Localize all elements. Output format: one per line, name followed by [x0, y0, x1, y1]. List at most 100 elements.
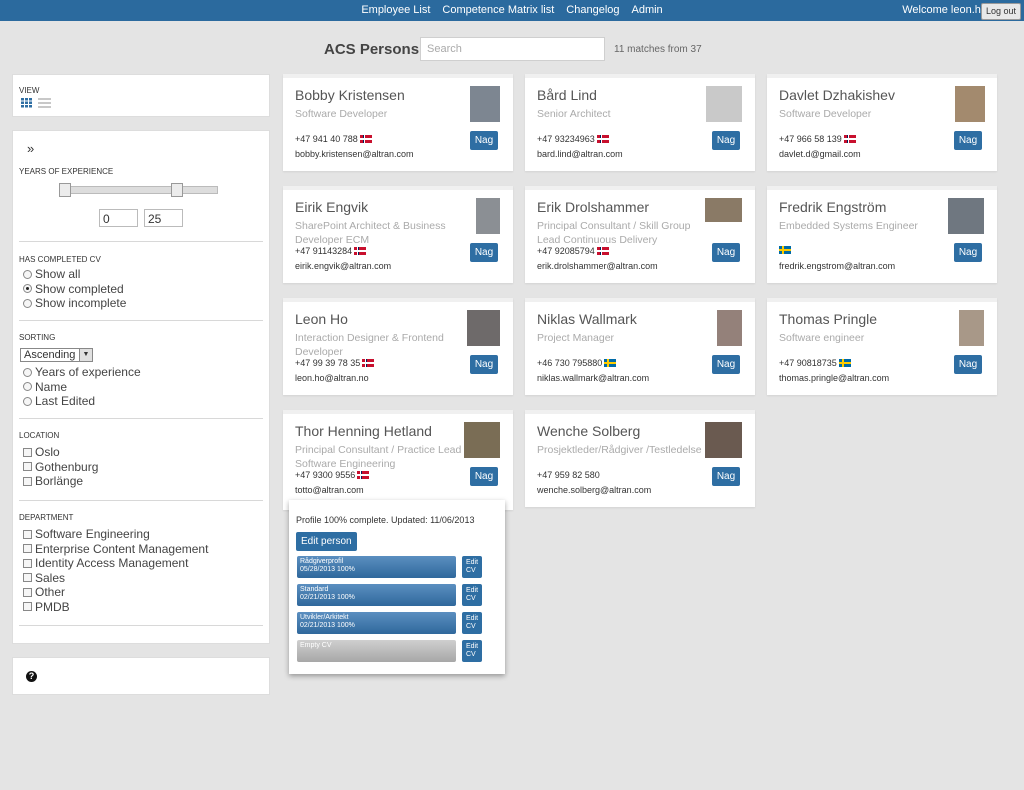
edit-cv-button[interactable]: Edit CV — [462, 584, 482, 606]
nag-button[interactable]: Nag — [954, 243, 982, 262]
person-phone: +47 92085794 — [537, 246, 609, 256]
person-card[interactable]: Bård Lind Senior Architect +47 93234963 … — [525, 74, 755, 171]
nag-button[interactable]: Nag — [470, 467, 498, 486]
person-title: Interaction Designer & Frontend Develope… — [295, 332, 444, 358]
nag-button[interactable]: Nag — [712, 131, 740, 150]
nag-button[interactable]: Nag — [712, 467, 740, 486]
experience-slider[interactable] — [65, 186, 218, 194]
person-name[interactable]: Bård Lind — [537, 87, 597, 103]
checkbox-icon[interactable] — [23, 573, 32, 583]
experience-max-input[interactable]: 25 — [144, 209, 183, 227]
radio-icon[interactable] — [23, 396, 32, 406]
dropdown-arrow-icon[interactable]: ▼ — [79, 349, 92, 361]
checkbox-icon[interactable] — [23, 544, 32, 554]
radio-icon[interactable] — [23, 269, 32, 279]
checkbox-icon[interactable] — [23, 602, 32, 612]
person-photo — [948, 198, 984, 234]
location-borlange-option[interactable]: Borlänge — [23, 474, 98, 489]
dept-other-option[interactable]: Other — [23, 585, 208, 600]
person-card[interactable]: Thomas Pringle Software engineer +47 908… — [767, 298, 997, 395]
cv-item[interactable]: Rådgiverprofil 05/28/2013 100% — [297, 556, 456, 578]
person-card[interactable]: Eirik Engvik SharePoint Architect & Busi… — [283, 186, 513, 283]
cv-show-incomplete-option[interactable]: Show incomplete — [23, 296, 126, 311]
nag-button[interactable]: Nag — [470, 131, 498, 150]
nag-button[interactable]: Nag — [954, 355, 982, 374]
grid-view-icon[interactable] — [21, 98, 32, 108]
nag-button[interactable]: Nag — [470, 243, 498, 262]
cv-show-completed-option[interactable]: Show completed — [23, 282, 126, 297]
dept-pmdb-option[interactable]: PMDB — [23, 600, 208, 615]
sort-last-edited-option[interactable]: Last Edited — [23, 394, 141, 409]
person-card[interactable]: Wenche Solberg Prosjektleder/Rådgiver /T… — [525, 410, 755, 507]
norway-flag-icon — [843, 135, 856, 143]
edit-cv-button[interactable]: Edit CV — [462, 556, 482, 578]
person-phone: +47 966 58 139 — [779, 134, 856, 144]
dept-software-engineering-option[interactable]: Software Engineering — [23, 527, 208, 542]
person-name[interactable]: Davlet Dzhakishev — [779, 87, 895, 103]
radio-selected-icon[interactable] — [23, 284, 32, 294]
nav-admin[interactable]: Admin — [626, 0, 669, 21]
person-name[interactable]: Erik Drolshammer — [537, 199, 649, 215]
person-card[interactable]: Davlet Dzhakishev Software Developer +47… — [767, 74, 997, 171]
person-card[interactable]: Niklas Wallmark Project Manager +46 730 … — [525, 298, 755, 395]
norway-flag-icon — [357, 471, 370, 479]
sort-order-select[interactable]: Ascending ▼ — [20, 348, 93, 362]
person-card[interactable]: Erik Drolshammer Principal Consultant / … — [525, 186, 755, 283]
person-name[interactable]: Fredrik Engström — [779, 199, 886, 215]
nag-button[interactable]: Nag — [712, 355, 740, 374]
cv-item[interactable]: Standard 02/21/2013 100% — [297, 584, 456, 606]
checkbox-icon[interactable] — [23, 529, 32, 539]
checkbox-icon[interactable] — [23, 447, 32, 457]
person-name[interactable]: Leon Ho — [295, 311, 348, 327]
nag-button[interactable]: Nag — [712, 243, 740, 262]
nav-employee-list[interactable]: Employee List — [355, 0, 436, 21]
person-card[interactable]: Leon Ho Interaction Designer & Frontend … — [283, 298, 513, 395]
sort-name-option[interactable]: Name — [23, 380, 141, 395]
person-name[interactable]: Wenche Solberg — [537, 423, 640, 439]
list-view-icon[interactable] — [38, 98, 51, 108]
sort-years-option[interactable]: Years of experience — [23, 365, 141, 380]
radio-icon[interactable] — [23, 298, 32, 308]
person-name[interactable]: Eirik Engvik — [295, 199, 368, 215]
person-name[interactable]: Thomas Pringle — [779, 311, 877, 327]
nag-button[interactable]: Nag — [470, 355, 498, 374]
person-phone — [779, 246, 791, 254]
person-email: niklas.wallmark@altran.com — [537, 373, 650, 383]
cv-item-empty[interactable]: Empty CV — [297, 640, 456, 662]
checkbox-icon[interactable] — [23, 587, 32, 597]
person-card[interactable]: Thor Henning Hetland Principal Consultan… — [283, 410, 513, 510]
view-panel: VIEW — [12, 74, 270, 117]
nag-button[interactable]: Nag — [954, 131, 982, 150]
dept-iam-option[interactable]: Identity Access Management — [23, 556, 208, 571]
cv-show-all-option[interactable]: Show all — [23, 267, 126, 282]
help-icon[interactable]: ? — [26, 671, 37, 682]
edit-cv-button[interactable]: Edit CV — [462, 640, 482, 662]
logout-button[interactable]: Log out — [980, 3, 1021, 20]
checkbox-icon[interactable] — [23, 462, 32, 472]
checkbox-icon[interactable] — [23, 476, 32, 486]
nav-competence-matrix[interactable]: Competence Matrix list — [436, 0, 560, 21]
nav-changelog[interactable]: Changelog — [560, 0, 625, 21]
sweden-flag-icon — [838, 359, 851, 367]
location-oslo-option[interactable]: Oslo — [23, 445, 98, 460]
location-gothenburg-option[interactable]: Gothenburg — [23, 460, 98, 475]
person-name[interactable]: Thor Henning Hetland — [295, 423, 432, 439]
collapse-chevron-icon[interactable]: » — [27, 141, 34, 156]
person-card[interactable]: Fredrik Engström Embedded Systems Engine… — [767, 186, 997, 283]
edit-person-button[interactable]: Edit person — [296, 532, 357, 551]
dept-ecm-option[interactable]: Enterprise Content Management — [23, 542, 208, 557]
radio-icon[interactable] — [23, 382, 32, 392]
radio-icon[interactable] — [23, 367, 32, 377]
person-card[interactable]: Bobby Kristensen Software Developer +47 … — [283, 74, 513, 171]
edit-cv-button[interactable]: Edit CV — [462, 612, 482, 634]
experience-max-handle[interactable] — [171, 183, 183, 197]
person-name[interactable]: Bobby Kristensen — [295, 87, 405, 103]
dept-sales-option[interactable]: Sales — [23, 571, 208, 586]
cv-item[interactable]: Utvikler/Arkitekt 02/21/2013 100% — [297, 612, 456, 634]
checkbox-icon[interactable] — [23, 558, 32, 568]
search-input[interactable] — [420, 37, 605, 61]
experience-min-handle[interactable] — [59, 183, 71, 197]
person-name[interactable]: Niklas Wallmark — [537, 311, 637, 327]
cv-popup: Profile 100% complete. Updated: 11/06/20… — [289, 500, 505, 674]
experience-min-input[interactable]: 0 — [99, 209, 138, 227]
